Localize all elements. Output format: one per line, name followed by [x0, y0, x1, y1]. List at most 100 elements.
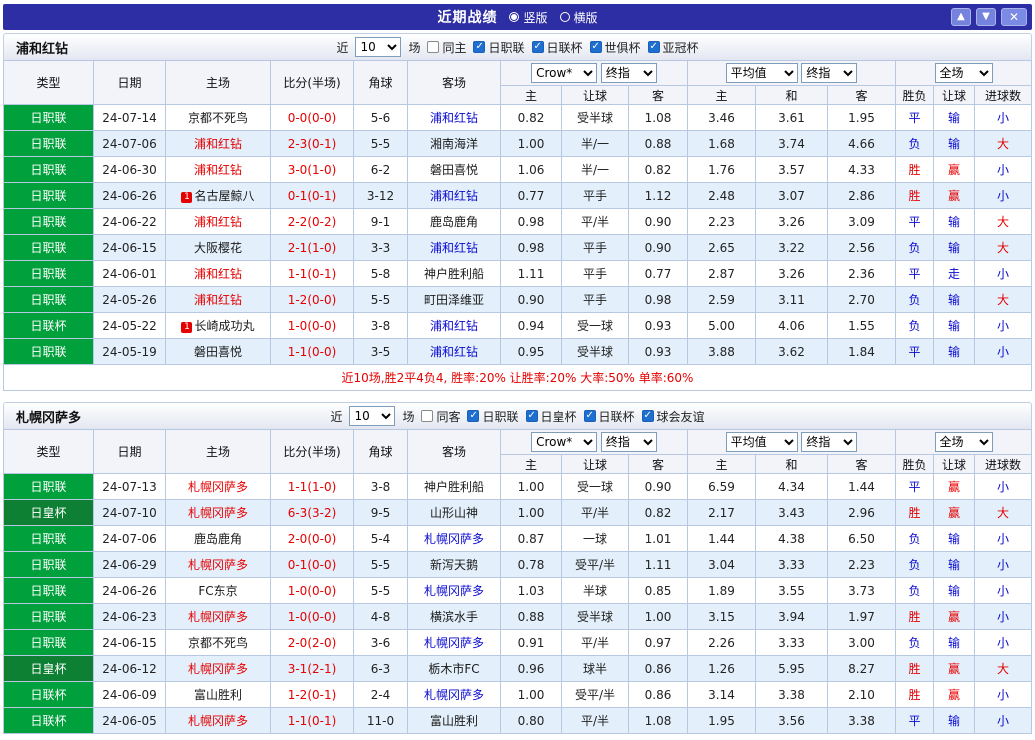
- home-team-cell[interactable]: 1 长崎成功丸: [165, 312, 271, 339]
- away-team-cell[interactable]: 富山胜利: [407, 707, 501, 734]
- home-team-cell[interactable]: 札幌冈萨多: [165, 473, 271, 500]
- avg-away-odds-cell: 1.44: [827, 473, 896, 500]
- away-team-cell[interactable]: 山形山神: [407, 499, 501, 526]
- avg-source-select[interactable]: 平均值: [725, 432, 798, 452]
- home-team-cell[interactable]: 1 名古屋鲸八: [165, 182, 271, 209]
- away-team-cell[interactable]: 札幌冈萨多: [407, 577, 501, 604]
- home-team-cell[interactable]: FC东京: [165, 577, 271, 604]
- home-team-cell[interactable]: 浦和红钻: [165, 156, 271, 183]
- handicap-line-cell: 半球: [561, 577, 629, 604]
- handicap-result-text: 赢: [947, 688, 960, 702]
- home-team-cell[interactable]: 札幌冈萨多: [165, 499, 271, 526]
- away-team-cell[interactable]: 浦和红钻: [407, 104, 501, 131]
- away-team-cell[interactable]: 浦和红钻: [407, 182, 501, 209]
- goals-result-text: 小: [996, 189, 1009, 203]
- away-team-cell[interactable]: 浦和红钻: [407, 338, 501, 365]
- avg-draw-odds-text: 3.55: [778, 583, 805, 598]
- avg-home-odds-cell: 1.26: [687, 655, 756, 682]
- scope-select[interactable]: 全场: [934, 63, 993, 83]
- away-team-cell[interactable]: 札幌冈萨多: [407, 681, 501, 708]
- away-team-cell[interactable]: 湘南海洋: [407, 130, 501, 157]
- move-up-button[interactable]: ▲: [951, 8, 971, 26]
- away-team-cell[interactable]: 横滨水手: [407, 603, 501, 630]
- layout-horizontal-radio[interactable]: 横版: [559, 9, 598, 26]
- league-type-cell: 日职联: [3, 551, 94, 578]
- home-team-cell[interactable]: 札幌冈萨多: [165, 707, 271, 734]
- same-away-checkbox[interactable]: 同客: [421, 408, 460, 425]
- avg-draw-odds-text: 3.07: [778, 188, 805, 203]
- league-checkbox-clubworldcup[interactable]: 世俱杯: [589, 39, 641, 56]
- corner-score-cell: 3-5: [353, 338, 408, 365]
- corner-score-text: 9-1: [370, 214, 391, 229]
- league-checkbox-emperorscup[interactable]: 日皇杯: [525, 408, 577, 425]
- home-team-cell[interactable]: 鹿岛鹿角: [165, 525, 271, 552]
- away-team-cell[interactable]: 神户胜利船: [407, 473, 501, 500]
- handicap-result-cell: 输: [933, 104, 975, 131]
- handicap-result-cell: 赢: [933, 473, 975, 500]
- away-team-cell[interactable]: 神户胜利船: [407, 260, 501, 287]
- away-team-cell[interactable]: 札幌冈萨多: [407, 525, 501, 552]
- handicap-result-cell: 输: [933, 707, 975, 734]
- match-result-cell: 负: [895, 130, 934, 157]
- league-checkbox-jleaguecup[interactable]: 日联杯: [583, 408, 635, 425]
- away-team-cell[interactable]: 新泻天鹅: [407, 551, 501, 578]
- home-team-cell[interactable]: 浦和红钻: [165, 208, 271, 235]
- checkbox-icon: [641, 410, 654, 422]
- avg-source-select[interactable]: 平均值: [725, 63, 798, 83]
- home-team-text: 札幌冈萨多: [187, 610, 248, 624]
- avg-home-odds-text: 5.00: [708, 318, 735, 333]
- league-checkbox-friendly[interactable]: 球会友谊: [641, 408, 705, 425]
- scope-select[interactable]: 全场: [934, 432, 993, 452]
- handicap-line-text: 平手: [582, 189, 607, 203]
- league-checkbox-jleaguecup[interactable]: 日联杯: [531, 39, 583, 56]
- home-team-cell[interactable]: 札幌冈萨多: [165, 551, 271, 578]
- handicap-away-odds-cell: 0.86: [628, 655, 688, 682]
- home-team-cell[interactable]: 京都不死鸟: [165, 629, 271, 656]
- close-button[interactable]: ✕: [1001, 8, 1027, 26]
- away-team-cell[interactable]: 鹿岛鹿角: [407, 208, 501, 235]
- match-count-select[interactable]: 10: [355, 37, 402, 57]
- away-team-cell[interactable]: 札幌冈萨多: [407, 629, 501, 656]
- match-row: 日职联 24-06-26 1 名古屋鲸八 0-1(0-1) 3-12 浦和红钻 0.77 平手 1…: [3, 182, 1032, 209]
- handicap-result-text: 输: [947, 293, 960, 307]
- layout-vertical-radio[interactable]: 竖版: [509, 9, 548, 26]
- match-date-text: 24-06-01: [102, 266, 157, 281]
- avg-period-select[interactable]: 终指: [801, 432, 858, 452]
- same-home-checkbox[interactable]: 同主: [427, 39, 466, 56]
- odds-period-select[interactable]: 终指: [600, 63, 657, 83]
- home-team-cell[interactable]: 京都不死鸟: [165, 104, 271, 131]
- odds-company-select[interactable]: Crow*: [531, 432, 598, 452]
- odds-period-select[interactable]: 终指: [600, 432, 657, 452]
- avg-home-odds-cell: 1.44: [687, 525, 756, 552]
- away-team-cell[interactable]: 浦和红钻: [407, 234, 501, 261]
- league-checkbox-acl[interactable]: 亚冠杯: [647, 39, 699, 56]
- avg-home-odds-cell: 2.48: [687, 182, 756, 209]
- away-team-cell[interactable]: 磐田喜悦: [407, 156, 501, 183]
- avg-away-odds-text: 2.10: [848, 687, 875, 702]
- home-team-cell[interactable]: 札幌冈萨多: [165, 655, 271, 682]
- home-team-text: 京都不死鸟: [187, 636, 248, 650]
- home-team-cell[interactable]: 大阪樱花: [165, 234, 271, 261]
- home-team-cell[interactable]: 浦和红钻: [165, 130, 271, 157]
- score-cell: 1-0(0-0): [270, 577, 354, 604]
- home-team-cell[interactable]: 浦和红钻: [165, 260, 271, 287]
- away-team-text: 浦和红钻: [429, 345, 478, 359]
- score-text: 2-2(0-2): [287, 214, 337, 229]
- league-checkbox-jleague[interactable]: 日职联: [467, 408, 519, 425]
- avg-period-select[interactable]: 终指: [801, 63, 858, 83]
- away-team-cell[interactable]: 栃木市FC: [407, 655, 501, 682]
- league-checkbox-jleague[interactable]: 日职联: [473, 39, 525, 56]
- away-team-cell[interactable]: 浦和红钻: [407, 312, 501, 339]
- move-down-button[interactable]: ▼: [976, 8, 996, 26]
- home-team-cell[interactable]: 浦和红钻: [165, 286, 271, 313]
- odds-company-select[interactable]: Crow*: [531, 63, 598, 83]
- handicap-home-odds-cell: 0.82: [500, 104, 562, 131]
- away-team-cell[interactable]: 町田泽维亚: [407, 286, 501, 313]
- match-count-select[interactable]: 10: [349, 406, 396, 426]
- home-team-cell[interactable]: 札幌冈萨多: [165, 603, 271, 630]
- home-team-cell[interactable]: 磐田喜悦: [165, 338, 271, 365]
- match-result-cell: 负: [895, 312, 934, 339]
- home-team-cell[interactable]: 富山胜利: [165, 681, 271, 708]
- corner-score-cell: 5-5: [353, 551, 408, 578]
- goals-result-cell: 大: [974, 208, 1032, 235]
